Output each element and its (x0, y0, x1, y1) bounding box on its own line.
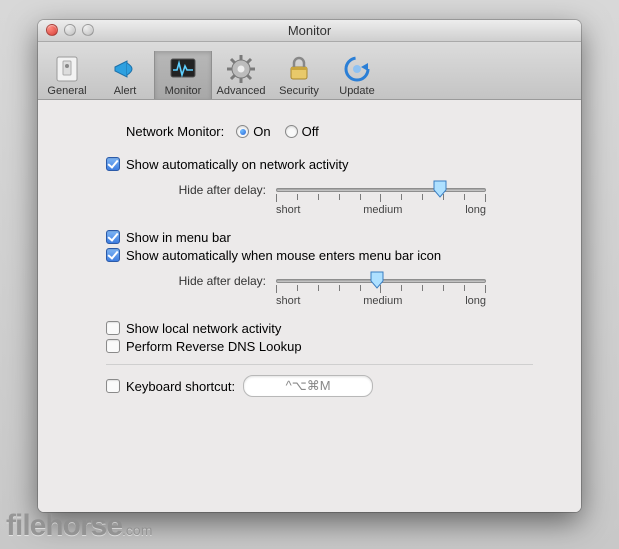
tab-label: Monitor (155, 85, 211, 97)
window-title: Monitor (288, 23, 331, 38)
tab-advanced[interactable]: Advanced (212, 51, 270, 99)
slider-ticks (276, 194, 486, 201)
radio-on-label: On (253, 124, 270, 139)
radio-dot-icon (236, 125, 249, 138)
hide-delay-slider-1[interactable] (276, 178, 486, 202)
watermark-brand: filehorse (6, 509, 122, 542)
checkbox-icon (106, 248, 120, 262)
checkbox-icon (106, 339, 120, 353)
minimize-icon[interactable] (64, 24, 76, 36)
network-monitor-row: Network Monitor: On Off (86, 124, 533, 139)
divider (106, 364, 533, 365)
slider-thumb-icon[interactable] (369, 271, 385, 289)
tab-security[interactable]: Security (270, 51, 328, 99)
tab-alert[interactable]: Alert (96, 51, 154, 99)
tick-long: long (465, 295, 486, 307)
tick-medium: medium (363, 204, 402, 216)
tab-label: Security (271, 85, 327, 97)
checkbox-icon (106, 321, 120, 335)
check-label: Show automatically when mouse enters men… (126, 248, 441, 263)
gear-icon (225, 55, 257, 83)
check-show-local[interactable]: Show local network activity (106, 321, 533, 336)
checkbox-icon (106, 379, 120, 393)
check-label: Show in menu bar (126, 230, 231, 245)
megaphone-icon (109, 55, 141, 83)
checkbox-icon (106, 157, 120, 171)
tab-label: Alert (97, 85, 153, 97)
check-reverse-dns[interactable]: Perform Reverse DNS Lookup (106, 339, 533, 354)
check-label: Keyboard shortcut: (126, 379, 235, 394)
radio-dot-icon (285, 125, 298, 138)
switch-icon (51, 55, 83, 83)
tick-short: short (276, 295, 300, 307)
slider-tick-labels-1: short medium long (276, 204, 486, 216)
tick-short: short (276, 204, 300, 216)
check-label: Perform Reverse DNS Lookup (126, 339, 302, 354)
tab-label: General (39, 85, 95, 97)
tab-label: Advanced (213, 85, 269, 97)
tick-medium: medium (363, 295, 402, 307)
traffic-lights (46, 24, 94, 36)
titlebar[interactable]: Monitor (38, 20, 581, 42)
watermark: filehorse.com (6, 509, 152, 543)
refresh-icon (341, 55, 373, 83)
content-pane: Network Monitor: On Off Show automatical… (38, 100, 581, 512)
tab-general[interactable]: General (38, 51, 96, 99)
watermark-suffix: .com (122, 522, 152, 538)
network-monitor-label: Network Monitor: (126, 124, 224, 139)
hide-delay-slider-2[interactable] (276, 269, 486, 293)
slider-tick-labels-2: short medium long (276, 295, 486, 307)
lock-icon (283, 55, 315, 83)
check-show-on-activity[interactable]: Show automatically on network activity (106, 157, 533, 172)
check-show-on-hover[interactable]: Show automatically when mouse enters men… (106, 248, 533, 263)
hide-delay-label-1: Hide after delay: (166, 183, 266, 197)
check-label: Show local network activity (126, 321, 281, 336)
keyboard-shortcut-field[interactable]: ^⌥⌘M (243, 375, 373, 397)
slider-track (276, 188, 486, 192)
slider-thumb-icon[interactable] (432, 180, 448, 198)
hide-delay-label-2: Hide after delay: (166, 274, 266, 288)
slider-group-2: Hide after delay: short (106, 269, 533, 307)
close-icon[interactable] (46, 24, 58, 36)
check-label: Show automatically on network activity (126, 157, 349, 172)
monitor-icon (167, 55, 199, 83)
preferences-window: Monitor General Alert Monitor Advanced (38, 20, 581, 512)
tab-label: Update (329, 85, 385, 97)
tick-long: long (465, 204, 486, 216)
radio-off[interactable]: Off (285, 124, 319, 139)
radio-on[interactable]: On (236, 124, 270, 139)
check-keyboard-shortcut[interactable]: Keyboard shortcut: ^⌥⌘M (106, 375, 533, 397)
zoom-icon[interactable] (82, 24, 94, 36)
tab-update[interactable]: Update (328, 51, 386, 99)
checkbox-icon (106, 230, 120, 244)
check-show-in-menubar[interactable]: Show in menu bar (106, 230, 533, 245)
toolbar: General Alert Monitor Advanced Security (38, 42, 581, 100)
radio-off-label: Off (302, 124, 319, 139)
tab-monitor[interactable]: Monitor (154, 51, 212, 99)
slider-group-1: Hide after delay: short (106, 178, 533, 216)
